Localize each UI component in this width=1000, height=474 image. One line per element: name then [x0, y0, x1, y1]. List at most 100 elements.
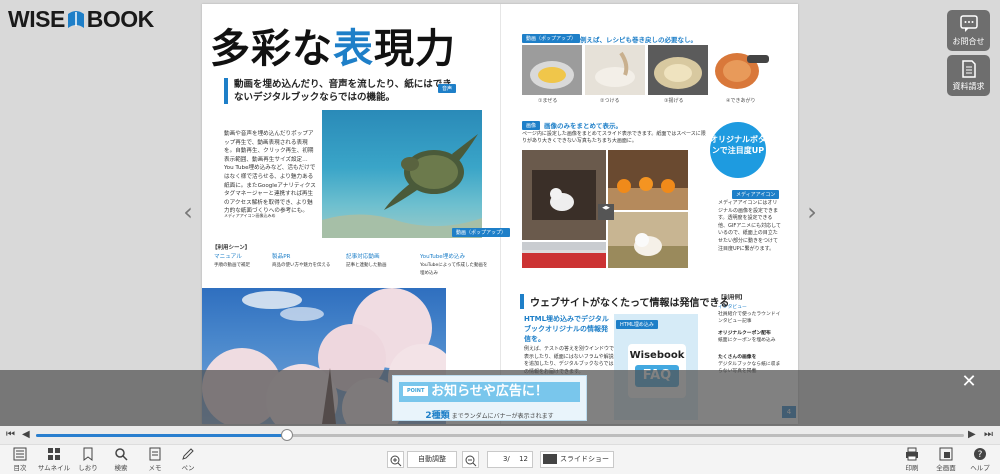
next-page-arrow[interactable]: › [805, 200, 819, 224]
help-icon: ? [974, 448, 986, 460]
usage-item: 製品PR 商品の使い方や魅力を伝える [272, 254, 331, 268]
logo-text-left: WISE [8, 5, 65, 32]
html-tag: HTML埋め込み [616, 320, 658, 329]
book-page-spread[interactable]: 多彩な表現力 動画を埋め込んだり、音声を流したり、紙にはできないデジタルブックな… [202, 4, 798, 424]
page-gutter [500, 4, 501, 424]
slider-knob[interactable] [280, 429, 293, 441]
page-title: 多彩な表現力 [210, 26, 456, 72]
section-title: ウェブサイトがなくたって情報は発信できる [520, 294, 729, 309]
intro-text: 動画や音声を埋め込んだりポップアップ再生で、動画表現される表現を。自動再生、クリ… [224, 131, 316, 215]
media-icon-tag: メディアアイコン [732, 190, 780, 199]
right-usage-item: オリジナルクーポン配布 紙面にクーポンを埋め込み [718, 331, 776, 343]
bookmark-icon [83, 447, 93, 461]
wisebook-logo[interactable]: WISE BOOK [8, 6, 154, 32]
slideshow-icon [543, 454, 557, 464]
fullscreen-button[interactable]: 全画面 [929, 447, 963, 472]
prev-page-arrow[interactable]: ‹ [181, 200, 195, 224]
pen-icon [182, 448, 194, 460]
help-button[interactable]: ? ヘルプ [963, 447, 997, 472]
zoom-in-button[interactable] [387, 451, 404, 468]
page-total: 12 [519, 455, 528, 463]
viewer: WISE BOOK お問合せ 資料請求 ‹ › 多彩な表現力 動画を埋め込んだり… [0, 0, 1000, 474]
memo-button[interactable]: メモ [138, 447, 172, 472]
usage-item: マニュアル 手順の動画で補足 [214, 254, 250, 268]
usage-item: YouTube埋め込み YouTubeによって作成した動画を埋め込み [420, 254, 488, 277]
banner-count: 2種類 [425, 411, 450, 421]
next-icon[interactable]: ▶ [968, 429, 976, 440]
slider-fill [36, 434, 287, 437]
request-docs-label: 資料請求 [952, 82, 985, 91]
image-heading: 画像のみをまとめて表示。 [544, 122, 622, 130]
memo-icon [149, 447, 161, 461]
pen-button[interactable]: ペン [171, 447, 205, 472]
intro-note: メディアアイコン画像込みめ [224, 213, 276, 218]
recipe-step-photo[interactable] [585, 45, 645, 95]
html-heading: HTML埋め込みでデジタルブックオリジナルの情報発信を。 [524, 315, 609, 343]
page-indicator[interactable]: 3/ 12 [487, 451, 533, 468]
toc-icon [13, 447, 27, 461]
video-popup-tag[interactable]: 動画（ポップアップ） [452, 228, 511, 237]
banner-subtext: 2種類 までランダムにバナーが表示されます [393, 408, 586, 421]
print-icon [906, 447, 918, 461]
step-caption: ①まぜる [538, 98, 558, 104]
recipe-step-photo[interactable] [522, 45, 582, 95]
banner-overlay: POINT お知らせや広告に！ 2種類 までランダムにバナーが表示されます ✕ [0, 370, 1000, 426]
image-tag: 画像 [522, 121, 541, 130]
logo-book-icon [66, 8, 86, 30]
fullscreen-icon [939, 447, 953, 461]
toc-button[interactable]: 目次 [3, 447, 37, 472]
point-label: POINT [403, 386, 429, 396]
zoom-out-icon [465, 455, 477, 467]
slideshow-button[interactable]: スライドショー [540, 451, 614, 468]
step-caption: ④できあがり [726, 98, 756, 104]
banner-main: POINT お知らせや広告に！ [399, 382, 580, 402]
thumbnail-icon [48, 448, 60, 460]
popup-tag: 動画（ポップアップ） [522, 34, 581, 43]
print-button[interactable]: 印刷 [895, 447, 929, 472]
voice-tag: 音声 [438, 84, 457, 93]
step-caption: ②つける [600, 98, 620, 104]
usage-title: 【利用シーン】 [212, 245, 251, 251]
contact-button[interactable]: お問合せ [947, 10, 990, 51]
zoom-out-button[interactable] [462, 451, 479, 468]
prev-icon[interactable]: ◀ [22, 429, 30, 440]
recipe-step-photo[interactable] [648, 45, 708, 95]
svg-text:?: ? [978, 450, 983, 460]
media-text: メディアアイコンにはオリジナルの画像を設定できます。透明度を設定できる他、GIF… [718, 200, 781, 252]
zoom-select[interactable]: 自動調整 [407, 451, 457, 468]
page-slider[interactable]: ⏮ ◀ ▶ ⏭ [0, 426, 1000, 444]
bottom-toolbar: 目次 サムネイル しおり 検索 メモ ペン 自動調整 3/ 12 スライドショー… [0, 444, 1000, 474]
close-banner-icon[interactable]: ✕ [960, 373, 978, 391]
first-page-icon[interactable]: ⏮ [6, 429, 15, 440]
request-docs-button[interactable]: 資料請求 [947, 55, 990, 96]
media-bubble[interactable]: オリジナルボタンで注目度UP [710, 122, 766, 178]
banner-headline: お知らせや広告に！ [431, 384, 548, 399]
page-current: 3/ [502, 455, 510, 463]
slide-nav-icon[interactable]: ◀▶ [598, 204, 614, 220]
step-caption: ③揚げる [664, 98, 684, 104]
right-usage-title: 【利用例】 [718, 295, 746, 301]
right-usage-item: インタビュー 社員紹介で使ったラウンドインタビュー記事 [718, 305, 781, 324]
banner-sub-label: までランダムにバナーが表示されます [451, 413, 554, 420]
railing-photo[interactable] [522, 242, 606, 268]
thumbnail-button[interactable]: サムネイル [37, 447, 71, 472]
zoom-in-icon [390, 455, 402, 467]
sea-turtle-photo[interactable] [322, 110, 482, 238]
search-button[interactable]: 検索 [104, 447, 138, 472]
contact-label: お問合せ [952, 37, 985, 46]
ad-banner[interactable]: POINT お知らせや広告に！ 2種類 までランダムにバナーが表示されます [392, 375, 587, 421]
image-text: ページ内に設定した画像をまとめてスライド表示できます。紙面ではスペースに限りがあ… [522, 131, 706, 144]
chat-icon [959, 15, 978, 32]
last-page-icon[interactable]: ⏭ [984, 429, 993, 440]
kitten-photo[interactable] [522, 150, 606, 240]
bookmark-button[interactable]: しおり [71, 447, 105, 472]
faq-logo: Wisebook [629, 350, 685, 361]
lead-text: 動画を埋め込んだり、音声を流したり、紙にはできないデジタルブックならではの機能。 [224, 78, 454, 104]
recipe-step-photo[interactable] [711, 45, 771, 95]
search-icon [115, 448, 128, 461]
popup-heading: 例えば、レシピも巻き戻しの必要なし。 [580, 36, 697, 44]
oranges-photo[interactable] [608, 150, 688, 210]
kitten-grass-photo[interactable] [608, 212, 688, 268]
usage-item: 記事対応動画 記事と連動した動画 [346, 254, 387, 268]
slider-track[interactable] [36, 429, 964, 441]
